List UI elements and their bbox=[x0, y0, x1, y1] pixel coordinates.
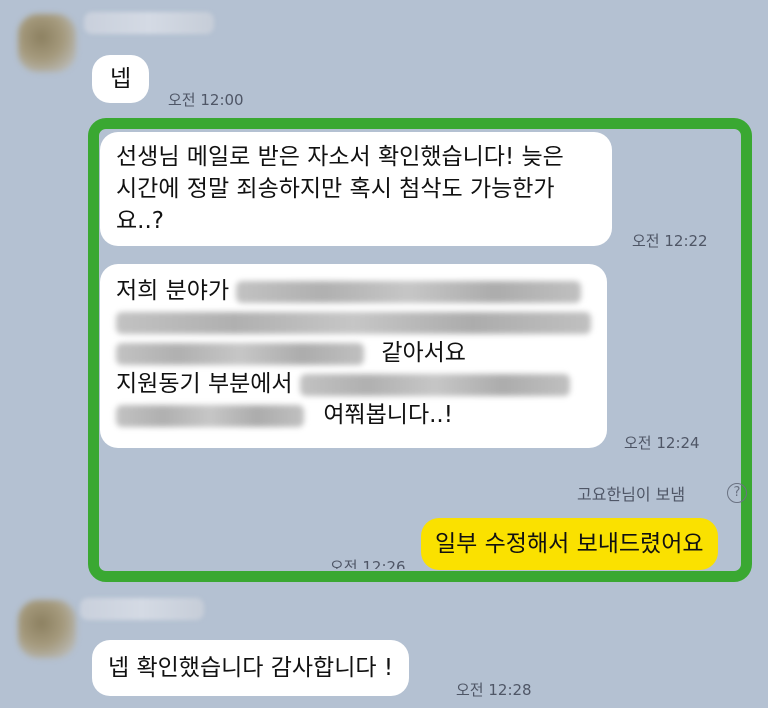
redacted-text bbox=[116, 342, 364, 365]
message-line bbox=[116, 307, 591, 338]
redacted-text bbox=[116, 311, 591, 334]
message-text: 저희 분야가 bbox=[116, 278, 230, 304]
message-bubble[interactable]: 선생님 메일로 받은 자소서 확인했습니다! 늦은 시간에 정말 죄송하지만 혹… bbox=[100, 132, 612, 246]
redacted-text bbox=[299, 373, 570, 396]
message-timestamp: 오전 12:26 bbox=[330, 558, 406, 569]
help-icon[interactable]: ? bbox=[727, 483, 747, 503]
message-text: 여쭤봅니다..! bbox=[323, 402, 453, 428]
message-text: 넵 bbox=[110, 66, 132, 92]
redacted-text bbox=[116, 404, 304, 427]
message-line: 저희 분야가 bbox=[116, 276, 591, 307]
avatar[interactable] bbox=[18, 14, 76, 72]
sender-name-redacted bbox=[80, 598, 204, 620]
message-line: 여쭤봅니다..! bbox=[116, 400, 591, 431]
message-timestamp: 오전 12:24 bbox=[624, 434, 700, 452]
sender-name-redacted bbox=[84, 12, 214, 34]
sent-by-label: 고요한님이 보냄 bbox=[577, 485, 686, 504]
message-bubble[interactable]: 저희 분야가 같아서요 지원동기 부분에서 여쭤봅니다..! bbox=[100, 264, 607, 448]
message-text: 넵 확인했습니다 감사합니다 ! bbox=[108, 655, 394, 681]
message-line: 선생님 메일로 받은 자소서 확인했습니다! 늦은 bbox=[116, 144, 564, 170]
message-line: 시간에 정말 죄송하지만 혹시 첨삭도 가능한가 bbox=[116, 176, 555, 202]
avatar[interactable] bbox=[18, 600, 76, 658]
message-text: 지원동기 부분에서 bbox=[116, 371, 293, 397]
message-text: 일부 수정해서 보내드렸어요 bbox=[435, 531, 704, 557]
message-timestamp: 오전 12:00 bbox=[168, 91, 244, 109]
message-bubble[interactable]: 넵 bbox=[92, 55, 150, 103]
message-text: 같아서요 bbox=[381, 340, 466, 366]
message-timestamp: 오전 12:22 bbox=[632, 232, 708, 250]
message-bubble[interactable]: 넵 확인했습니다 감사합니다 ! bbox=[92, 640, 410, 696]
message-line: 같아서요 bbox=[116, 338, 591, 369]
message-timestamp: 오전 12:28 bbox=[456, 681, 532, 699]
my-message-bubble[interactable]: 일부 수정해서 보내드렸어요 bbox=[421, 518, 718, 570]
message-line: 지원동기 부분에서 bbox=[116, 369, 591, 400]
message-line: 요..? bbox=[116, 208, 164, 234]
redacted-text bbox=[236, 280, 582, 303]
